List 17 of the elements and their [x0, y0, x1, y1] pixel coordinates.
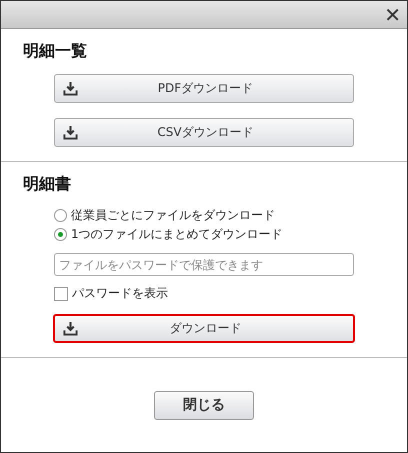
download-button[interactable]: PDFダウンロード	[54, 74, 354, 103]
download-button[interactable]: CSVダウンロード	[54, 118, 354, 147]
close-button[interactable]: 閉じる	[154, 390, 254, 420]
option-label: 1つのファイルにまとめてダウンロード	[71, 226, 283, 243]
radio-button[interactable]	[54, 209, 67, 222]
download-icon	[63, 125, 78, 140]
download-button[interactable]: ダウンロード	[53, 314, 355, 343]
download-icon	[63, 321, 78, 336]
section-title: 明細書	[23, 174, 72, 195]
checkbox-label: パスワードを表示	[72, 285, 168, 302]
option-label: 従業員ごとにファイルをダウンロード	[71, 207, 275, 224]
download-icon	[63, 81, 78, 96]
checkbox[interactable]	[54, 286, 68, 300]
section-title: 明細一覧	[23, 41, 88, 62]
close-button[interactable]: ✕	[378, 4, 407, 24]
password-field[interactable]: ファイルをパスワードで保護できます	[54, 253, 354, 276]
radio-button[interactable]	[54, 228, 67, 241]
